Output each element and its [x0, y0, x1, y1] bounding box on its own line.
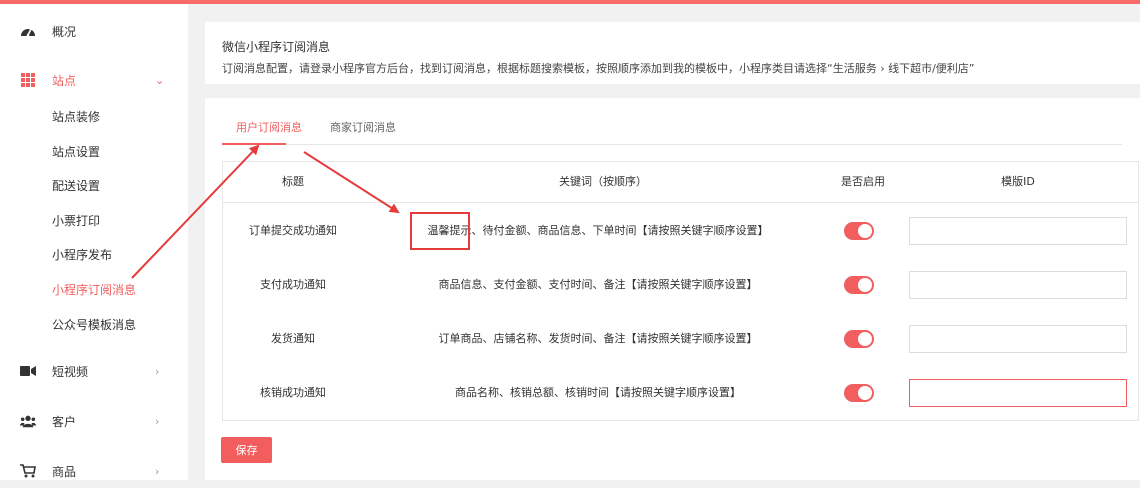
template-id-input[interactable]: [909, 271, 1127, 299]
dashboard-icon: [20, 23, 36, 39]
video-icon: [20, 363, 36, 379]
column-header-title: 标题: [282, 175, 304, 188]
row-title: 核销成功通知: [260, 386, 326, 399]
table-row: 订单提交成功通知 温馨提示、待付金额、商品信息、下单时间【请按照关键字顺序设置】: [223, 204, 1138, 258]
row-keywords: 商品名称、核销总额、核销时间【请按照关键字顺序设置】: [455, 386, 741, 399]
sidebar-sub-site-decor[interactable]: 站点装修: [52, 107, 100, 127]
sidebar-item-label: 短视频: [52, 364, 89, 379]
subscribe-table: 标题 关键词（按顺序） 是否启用 模版ID 订单提交成功通知 温馨提示、待付金额…: [222, 161, 1139, 421]
sidebar-item-site[interactable]: 站点 ⌄: [0, 63, 188, 97]
sidebar-item-label: 概况: [52, 24, 77, 39]
chevron-right-icon: ›: [155, 464, 160, 478]
table-row: 核销成功通知 商品名称、核销总额、核销时间【请按照关键字顺序设置】: [223, 366, 1138, 420]
template-id-input[interactable]: [909, 325, 1127, 353]
tab-user-subscribe[interactable]: 用户订阅消息: [236, 120, 302, 144]
active-tab-underline: [222, 143, 286, 145]
sidebar-item-products[interactable]: 商品 ›: [0, 454, 188, 488]
chevron-right-icon: ›: [155, 364, 160, 378]
sidebar-item-overview[interactable]: 概况: [0, 14, 188, 48]
main-panel: 用户订阅消息 商家订阅消息 标题 关键词（按顺序） 是否启用 模版ID 订单提交…: [205, 98, 1140, 480]
annotation-highlight-box: [410, 212, 470, 250]
enable-toggle[interactable]: [844, 276, 874, 294]
page-title: 微信小程序订阅消息: [222, 40, 331, 54]
enable-toggle[interactable]: [844, 384, 874, 402]
users-icon: [20, 413, 36, 429]
enable-toggle[interactable]: [844, 330, 874, 348]
tab-merchant-subscribe[interactable]: 商家订阅消息: [330, 120, 396, 144]
info-panel: 微信小程序订阅消息 订阅消息配置，请登录小程序官方后台，找到订阅消息，根据标题搜…: [205, 22, 1140, 84]
chevron-down-icon: ⌄: [155, 73, 165, 87]
chevron-right-icon: ›: [155, 414, 160, 428]
sidebar: 概况 站点 ⌄ 站点装修 站点设置 配送设置 小票打印 小程序发布 小程序订阅消…: [0, 4, 188, 480]
row-title: 发货通知: [271, 332, 315, 345]
grid-icon: [20, 72, 36, 88]
column-header-template-id: 模版ID: [1001, 175, 1035, 188]
cart-icon: [20, 463, 36, 479]
sidebar-sub-miniprogram-publish[interactable]: 小程序发布: [52, 245, 112, 265]
tab-bar: 用户订阅消息 商家订阅消息: [222, 120, 1122, 145]
template-id-input[interactable]: [909, 379, 1127, 407]
sidebar-item-label: 客户: [52, 414, 77, 429]
sidebar-sub-receipt-print[interactable]: 小票打印: [52, 211, 100, 231]
row-keywords: 商品信息、支付金额、支付时间、备注【请按照关键字顺序设置】: [438, 278, 758, 291]
sidebar-item-short-video[interactable]: 短视频 ›: [0, 354, 188, 388]
row-keywords: 订单商品、店铺名称、发货时间、备注【请按照关键字顺序设置】: [438, 332, 758, 345]
page-description: 订阅消息配置，请登录小程序官方后台，找到订阅消息，根据标题搜索模板，按照顺序添加…: [222, 62, 975, 75]
sidebar-sub-site-settings[interactable]: 站点设置: [52, 142, 100, 162]
sidebar-item-customers[interactable]: 客户 ›: [0, 404, 188, 438]
row-title: 订单提交成功通知: [249, 224, 337, 237]
save-button[interactable]: 保存: [221, 437, 272, 463]
column-header-enabled: 是否启用: [841, 175, 885, 188]
sidebar-item-label: 商品: [52, 464, 77, 479]
table-row: 发货通知 订单商品、店铺名称、发货时间、备注【请按照关键字顺序设置】: [223, 312, 1138, 366]
table-row: 支付成功通知 商品信息、支付金额、支付时间、备注【请按照关键字顺序设置】: [223, 258, 1138, 312]
sidebar-sub-delivery-settings[interactable]: 配送设置: [52, 176, 100, 196]
column-header-keywords: 关键词（按顺序）: [559, 175, 647, 188]
sidebar-item-label: 站点: [52, 73, 77, 88]
sidebar-sub-miniprogram-subscribe[interactable]: 小程序订阅消息: [52, 280, 136, 300]
enable-toggle[interactable]: [844, 222, 874, 240]
row-title: 支付成功通知: [260, 278, 326, 291]
template-id-input[interactable]: [909, 217, 1127, 245]
table-header: 标题 关键词（按顺序） 是否启用 模版ID: [223, 162, 1138, 203]
sidebar-sub-official-template[interactable]: 公众号模板消息: [52, 315, 136, 335]
